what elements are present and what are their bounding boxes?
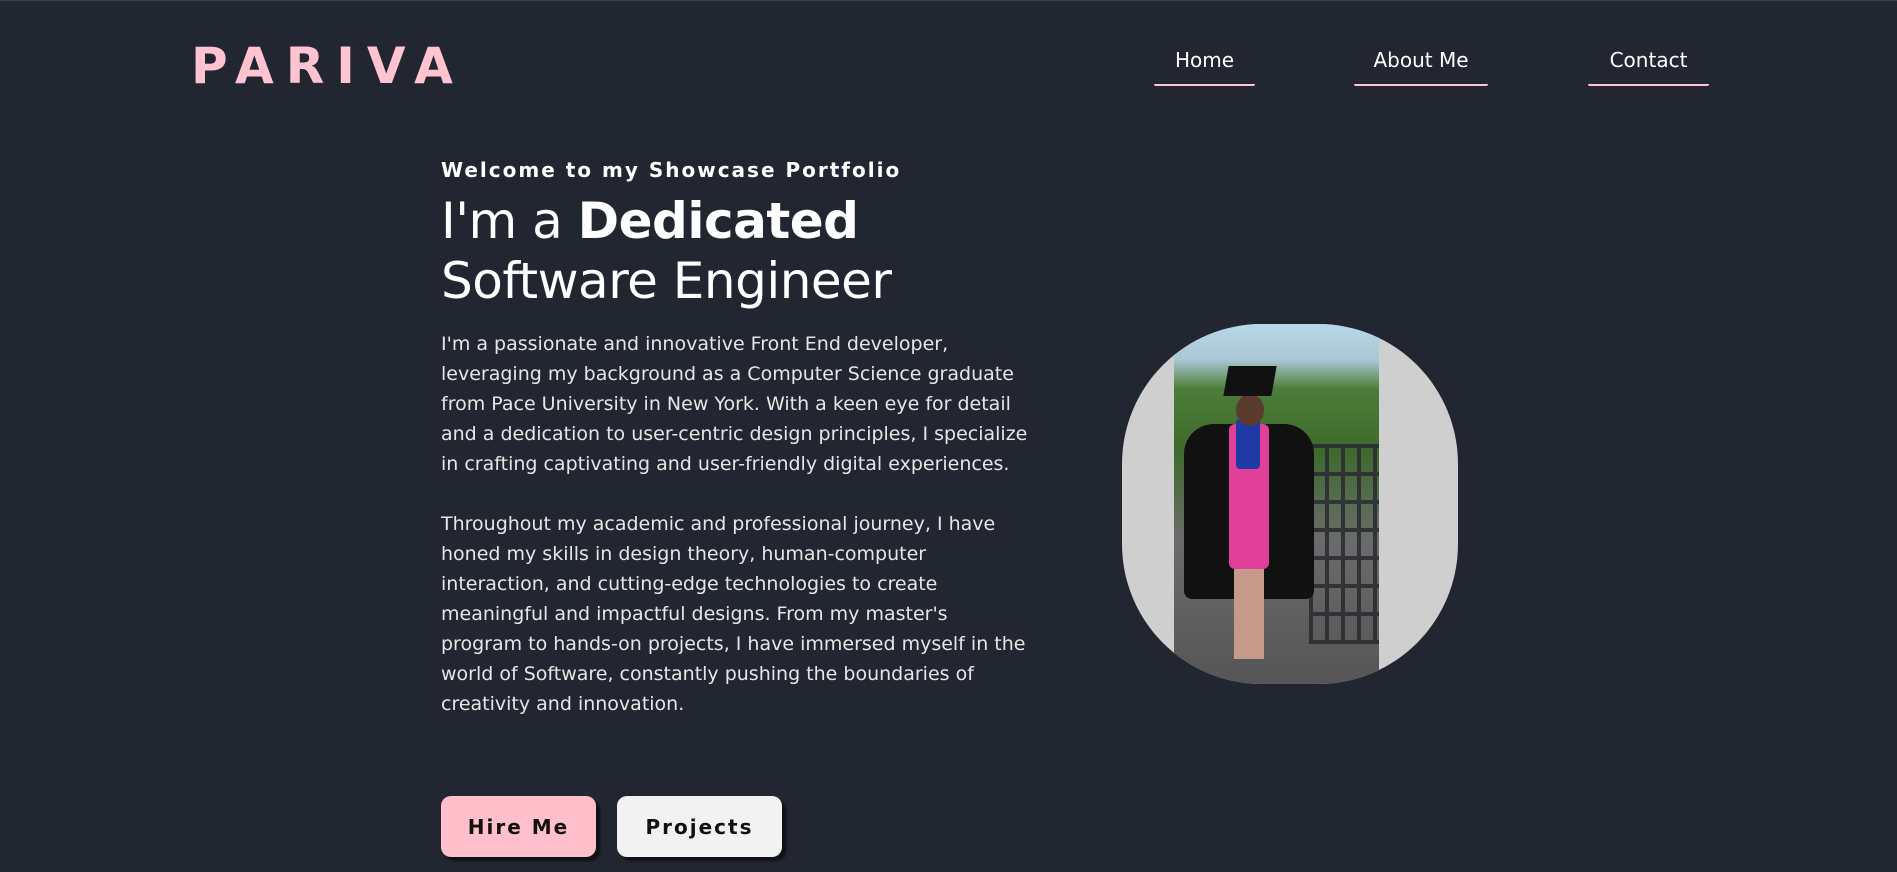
nav-home-link[interactable]: Home [1154, 48, 1255, 86]
photo-legs [1234, 569, 1264, 659]
intro-paragraph-2: Throughout my academic and professional … [441, 513, 1026, 715]
intro-paragraph-1: I'm a passionate and innovative Front En… [441, 333, 1028, 475]
projects-button[interactable]: Projects [617, 796, 782, 857]
site-logo[interactable]: PARIVA [191, 36, 465, 96]
profile-photo [1174, 324, 1379, 684]
graduation-cap-icon [1223, 366, 1277, 396]
headline-line2: Software Engineer [441, 252, 892, 310]
headline-prefix: I'm a [441, 192, 578, 250]
photo-railing [1309, 444, 1379, 644]
nav-about-link[interactable]: About Me [1354, 48, 1488, 86]
top-border [0, 0, 1897, 1]
hero-headline: I'm a Dedicated Software Engineer [441, 191, 1041, 311]
headline-bold: Dedicated [577, 192, 859, 250]
hero-section: Welcome to my Showcase Portfolio I'm a D… [441, 155, 1041, 719]
photo-stole [1236, 419, 1260, 469]
hire-me-button[interactable]: Hire Me [441, 796, 596, 857]
nav-contact-link[interactable]: Contact [1588, 48, 1709, 86]
welcome-subtitle: Welcome to my Showcase Portfolio [441, 158, 902, 182]
profile-photo-frame [1122, 324, 1458, 684]
photo-head [1236, 394, 1264, 426]
